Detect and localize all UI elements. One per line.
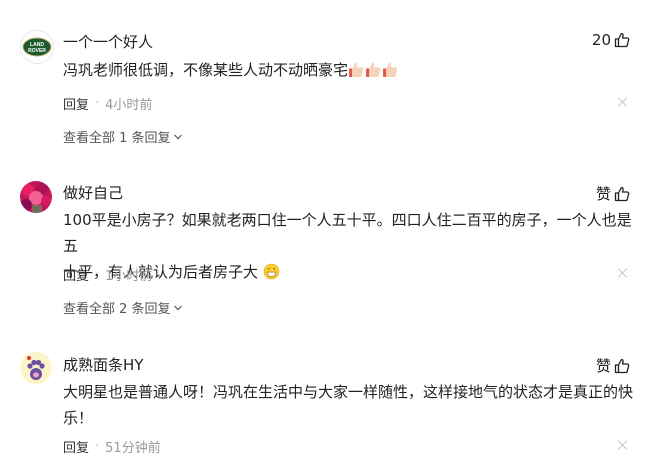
meta-separator: · bbox=[95, 96, 100, 111]
flowers-photo-icon bbox=[20, 181, 52, 213]
reply-button[interactable]: 回复 bbox=[63, 437, 89, 456]
timestamp: 4小时前 bbox=[105, 98, 153, 113]
like-button[interactable]: 20 bbox=[592, 31, 630, 49]
thumbs-up-icon bbox=[614, 358, 630, 373]
comment-meta: 回复 · 4小时前 bbox=[63, 94, 152, 113]
meta-separator: · bbox=[95, 439, 100, 454]
timestamp: 1小时前 bbox=[105, 269, 153, 284]
thumbs-up-emoji-icon bbox=[365, 60, 382, 86]
comment-text-line: 100平是小房子？如果就老两口住一个人五十平。四口人住二百平的房子，一个人也是五 bbox=[63, 211, 632, 255]
comment-content: 大明星也是普通人呀！冯巩在生活中与大家一样随性，这样接地气的状态才是真正的快 乐… bbox=[63, 379, 633, 431]
avatar[interactable] bbox=[20, 352, 52, 384]
like-button[interactable]: 赞 bbox=[596, 183, 630, 204]
comment-meta: 回复 · 1小时前 bbox=[63, 265, 152, 284]
username[interactable]: 做好自己 bbox=[63, 182, 123, 203]
like-label: 赞 bbox=[595, 185, 611, 203]
username[interactable]: 一个一个好人 bbox=[63, 31, 153, 52]
like-label: 赞 bbox=[595, 357, 611, 375]
avatar[interactable] bbox=[20, 181, 52, 213]
thumbs-up-emoji-icon bbox=[382, 60, 399, 86]
like-count: 20 bbox=[591, 31, 611, 49]
grinning-emoji-icon bbox=[263, 262, 280, 288]
view-all-replies-label: 查看全部 1 条回复 bbox=[63, 131, 171, 146]
land-rover-logo-icon: LAND ROVER bbox=[22, 37, 52, 57]
chevron-down-icon bbox=[173, 305, 182, 310]
thumbs-up-icon bbox=[614, 32, 630, 48]
reply-button[interactable]: 回复 bbox=[63, 94, 89, 113]
cat-paw-icon bbox=[20, 352, 52, 384]
comment-content: 冯巩老师很低调，不像某些人动不动晒豪宅 bbox=[63, 57, 633, 86]
meta-separator: · bbox=[95, 267, 100, 282]
chevron-down-icon bbox=[173, 134, 182, 139]
comment-meta: 回复 · 51分钟前 bbox=[63, 437, 161, 456]
comment-text-line: 大明星也是普通人呀！冯巩在生活中与大家一样随性，这样接地气的状态才是真正的快 bbox=[63, 383, 634, 401]
username[interactable]: 成熟面条HY bbox=[63, 354, 143, 375]
svg-text:ROVER: ROVER bbox=[28, 48, 46, 54]
close-icon[interactable] bbox=[618, 440, 628, 450]
close-icon[interactable] bbox=[618, 268, 628, 278]
thumbs-up-icon bbox=[614, 186, 630, 201]
comment-text-line: 乐！ bbox=[63, 409, 94, 427]
close-icon[interactable] bbox=[618, 97, 628, 107]
reply-button[interactable]: 回复 bbox=[63, 265, 89, 284]
view-all-replies-link[interactable]: 查看全部 2 条回复 bbox=[63, 298, 183, 317]
thumbs-up-emoji-icon bbox=[348, 60, 365, 86]
view-all-replies-link[interactable]: 查看全部 1 条回复 bbox=[63, 127, 183, 146]
comment-text: 冯巩老师很低调，不像某些人动不动晒豪宅 bbox=[63, 61, 349, 79]
avatar[interactable]: LAND ROVER bbox=[20, 30, 54, 64]
view-all-replies-label: 查看全部 2 条回复 bbox=[63, 302, 171, 317]
like-button[interactable]: 赞 bbox=[596, 355, 630, 376]
timestamp: 51分钟前 bbox=[105, 441, 161, 456]
